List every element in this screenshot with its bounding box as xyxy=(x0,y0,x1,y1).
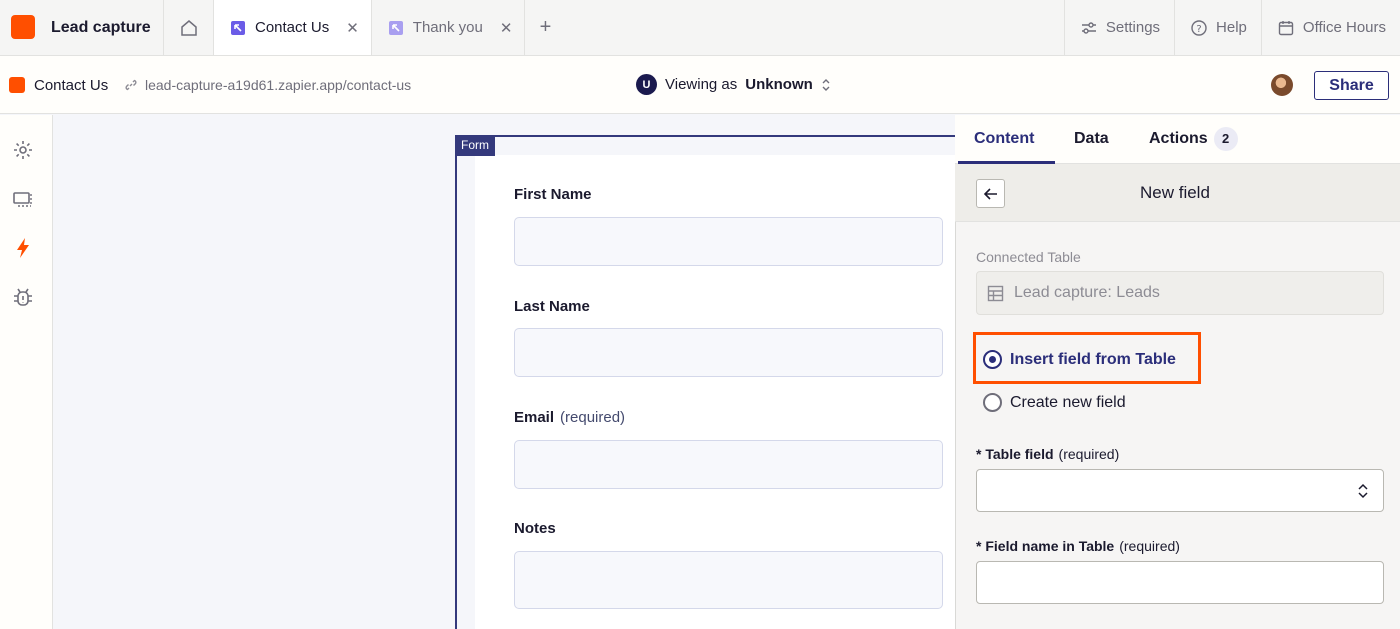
app-name: Lead capture xyxy=(51,19,151,36)
top-links: Settings ? Help Office Hours xyxy=(1063,0,1400,55)
back-button[interactable] xyxy=(976,179,1005,208)
gear-icon[interactable] xyxy=(12,139,34,161)
interface-page-icon xyxy=(9,77,25,93)
field-name-label: * Field name in Table (required) xyxy=(976,538,1180,554)
connected-table-label: Connected Table xyxy=(976,249,1081,265)
user-avatar[interactable] xyxy=(1271,74,1293,96)
viewer-avatar: U xyxy=(636,74,657,95)
calendar-icon xyxy=(1278,20,1294,35)
table-icon xyxy=(987,285,1004,301)
tab-actions[interactable]: Actions 2 xyxy=(1149,127,1238,151)
tab-thank-you[interactable]: Thank you ✕ xyxy=(370,0,526,55)
actions-count-badge: 2 xyxy=(1213,127,1238,151)
tab-contact-us[interactable]: Contact Us ✕ xyxy=(213,0,371,55)
tab-data[interactable]: Data xyxy=(1074,130,1109,148)
radio-create-new-field[interactable]: Create new field xyxy=(983,393,1126,412)
lightning-icon[interactable] xyxy=(12,237,34,259)
required-hint: (required) xyxy=(560,409,626,426)
close-icon[interactable]: ✕ xyxy=(500,19,513,37)
current-page-name: Contact Us xyxy=(34,77,109,94)
page-icon xyxy=(231,20,245,35)
page-url: lead-capture-a19d61.zapier.app/contact-u… xyxy=(145,77,412,93)
page-toolbar: Contact Us lead-capture-a19d61.zapier.ap… xyxy=(0,56,1400,114)
required-hint: (required) xyxy=(1119,538,1180,554)
svg-text:?: ? xyxy=(1196,24,1201,35)
sliders-icon xyxy=(1081,21,1096,34)
layout-icon[interactable] xyxy=(12,188,34,210)
help-label: Help xyxy=(1216,19,1247,36)
radio-unchecked-icon xyxy=(983,393,1002,412)
tab-label: Thank you xyxy=(412,19,483,36)
settings-link[interactable]: Settings xyxy=(1063,0,1174,55)
last-name-input[interactable] xyxy=(514,328,943,377)
office-hours-label: Office Hours xyxy=(1302,19,1386,36)
email-input[interactable] xyxy=(514,440,943,489)
arrow-left-icon xyxy=(983,187,997,200)
tab-label: Contact Us xyxy=(255,19,330,36)
page-url-link[interactable]: lead-capture-a19d61.zapier.app/contact-u… xyxy=(124,77,411,93)
add-tab-button[interactable]: + xyxy=(525,0,565,55)
share-button[interactable]: Share xyxy=(1314,71,1389,100)
first-name-input[interactable] xyxy=(514,217,943,266)
table-field-label: * Table field (required) xyxy=(976,446,1120,462)
connected-table-field: Lead capture: Leads xyxy=(976,271,1384,315)
bug-icon[interactable] xyxy=(12,286,34,308)
panel-tabs: Content Data Actions 2 xyxy=(955,115,1400,164)
viewing-user: Unknown xyxy=(745,76,813,93)
page-icon xyxy=(388,20,403,35)
left-icon-rail xyxy=(0,115,53,629)
last-name-label: Last Name xyxy=(514,298,590,315)
viewing-prefix: Viewing as xyxy=(665,76,738,93)
link-icon xyxy=(125,79,137,91)
chevron-updown-icon xyxy=(1358,483,1368,499)
panel-title: New field xyxy=(1140,183,1210,202)
chevron-updown-icon xyxy=(822,78,830,91)
office-hours-link[interactable]: Office Hours xyxy=(1260,0,1400,55)
close-icon[interactable]: ✕ xyxy=(346,19,359,37)
home-icon xyxy=(180,19,197,36)
help-link[interactable]: ? Help xyxy=(1174,0,1261,55)
app-logo xyxy=(11,15,35,39)
plus-icon: + xyxy=(539,16,552,38)
radio-insert-field-from-table[interactable]: Insert field from Table xyxy=(983,350,1176,369)
notes-label: Notes xyxy=(514,520,556,537)
email-label: Email (required) xyxy=(514,409,626,426)
table-field-select[interactable] xyxy=(976,469,1384,512)
radio-label: Create new field xyxy=(1010,393,1126,411)
viewing-as-selector[interactable]: U Viewing as Unknown xyxy=(636,74,831,95)
help-icon: ? xyxy=(1191,19,1207,36)
radio-label: Insert field from Table xyxy=(1010,350,1176,368)
first-name-label: First Name xyxy=(514,186,592,203)
tab-content[interactable]: Content xyxy=(974,130,1034,148)
top-tab-bar: Lead capture Contact Us ✕ Thank you ✕ + … xyxy=(0,0,1400,56)
required-hint: (required) xyxy=(1058,446,1120,462)
field-name-input[interactable] xyxy=(976,561,1384,604)
settings-label: Settings xyxy=(1105,19,1161,36)
form-block-tag: Form xyxy=(455,135,495,156)
tab-actions-label: Actions xyxy=(1149,130,1208,148)
connected-table-value: Lead capture: Leads xyxy=(1014,284,1160,301)
notes-textarea[interactable] xyxy=(514,551,943,609)
radio-checked-icon xyxy=(983,350,1002,369)
home-tab[interactable] xyxy=(163,0,213,55)
